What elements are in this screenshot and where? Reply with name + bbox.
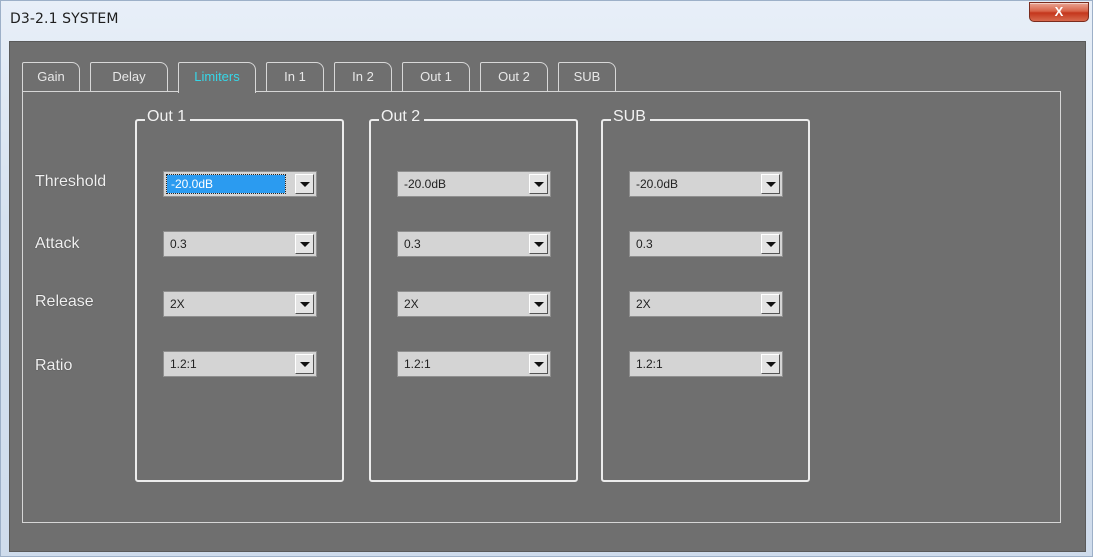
out-1-group: Out 1 -20.0dB 0.3 2X 1.2:1 <box>135 108 344 482</box>
group-title: SUB <box>611 108 650 126</box>
combo-value: -20.0dB <box>404 177 447 191</box>
combo-value: 1.2:1 <box>636 357 663 371</box>
title-bar: D3-2.1 SYSTEM X <box>1 1 1092 41</box>
chevron-down-icon[interactable] <box>295 294 314 314</box>
combo-value: 2X <box>636 297 651 311</box>
threshold-label: Threshold <box>35 173 107 190</box>
app-window: D3-2.1 SYSTEM X Gain Delay Limiters In 1… <box>0 0 1093 557</box>
dialog-client-area: Gain Delay Limiters In 1 In 2 Out 1 Out … <box>9 41 1086 552</box>
group-title: Out 1 <box>145 108 191 126</box>
close-button[interactable]: X <box>1029 2 1089 22</box>
chevron-down-icon[interactable] <box>761 354 780 374</box>
combo-value: 2X <box>404 297 419 311</box>
out-1-ratio-select[interactable]: 1.2:1 <box>163 351 317 377</box>
out-2-release-select[interactable]: 2X <box>397 291 551 317</box>
out-2-ratio-select[interactable]: 1.2:1 <box>397 351 551 377</box>
sub-group: SUB -20.0dB 0.3 2X 1.2:1 <box>601 108 810 482</box>
sub-ratio-select[interactable]: 1.2:1 <box>629 351 783 377</box>
sub-release-select[interactable]: 2X <box>629 291 783 317</box>
out-1-attack-select[interactable]: 0.3 <box>163 231 317 257</box>
chevron-down-icon[interactable] <box>529 174 548 194</box>
combo-value: 0.3 <box>404 237 421 251</box>
chevron-down-icon[interactable] <box>529 234 548 254</box>
sub-attack-select[interactable]: 0.3 <box>629 231 783 257</box>
chevron-down-icon[interactable] <box>761 174 780 194</box>
combo-value: -20.0dB <box>166 174 286 194</box>
tab-delay[interactable]: Delay <box>90 62 168 92</box>
out-2-group: Out 2 -20.0dB 0.3 2X 1.2:1 <box>369 108 578 482</box>
chevron-down-icon[interactable] <box>295 234 314 254</box>
combo-value: 1.2:1 <box>404 357 431 371</box>
tab-gain[interactable]: Gain <box>22 62 80 92</box>
combo-value: 1.2:1 <box>170 357 197 371</box>
attack-label: Attack <box>35 235 80 252</box>
combo-value: 0.3 <box>170 237 187 251</box>
out-2-threshold-select[interactable]: -20.0dB <box>397 171 551 197</box>
tab-out-1[interactable]: Out 1 <box>402 62 470 92</box>
chevron-down-icon[interactable] <box>295 354 314 374</box>
sub-threshold-select[interactable]: -20.0dB <box>629 171 783 197</box>
out-2-attack-select[interactable]: 0.3 <box>397 231 551 257</box>
close-icon: X <box>1054 4 1064 19</box>
group-title: Out 2 <box>379 108 425 126</box>
chevron-down-icon[interactable] <box>761 294 780 314</box>
tab-in-1[interactable]: In 1 <box>266 62 324 92</box>
tab-limiters[interactable]: Limiters <box>178 62 256 93</box>
tab-sub[interactable]: SUB <box>558 62 616 92</box>
limiters-panel: Threshold Attack Release Ratio Out 1 -20… <box>22 91 1061 523</box>
tab-out-2[interactable]: Out 2 <box>480 62 548 92</box>
chevron-down-icon[interactable] <box>761 234 780 254</box>
chevron-down-icon[interactable] <box>529 294 548 314</box>
combo-value: 0.3 <box>636 237 653 251</box>
chevron-down-icon[interactable] <box>529 354 548 374</box>
release-label: Release <box>35 293 94 310</box>
out-1-threshold-select[interactable]: -20.0dB <box>163 171 317 197</box>
combo-value: -20.0dB <box>636 177 679 191</box>
ratio-label: Ratio <box>35 357 73 374</box>
window-title: D3-2.1 SYSTEM <box>10 11 119 27</box>
chevron-down-icon[interactable] <box>295 174 314 194</box>
combo-value: 2X <box>170 297 185 311</box>
out-1-release-select[interactable]: 2X <box>163 291 317 317</box>
tab-in-2[interactable]: In 2 <box>334 62 392 92</box>
